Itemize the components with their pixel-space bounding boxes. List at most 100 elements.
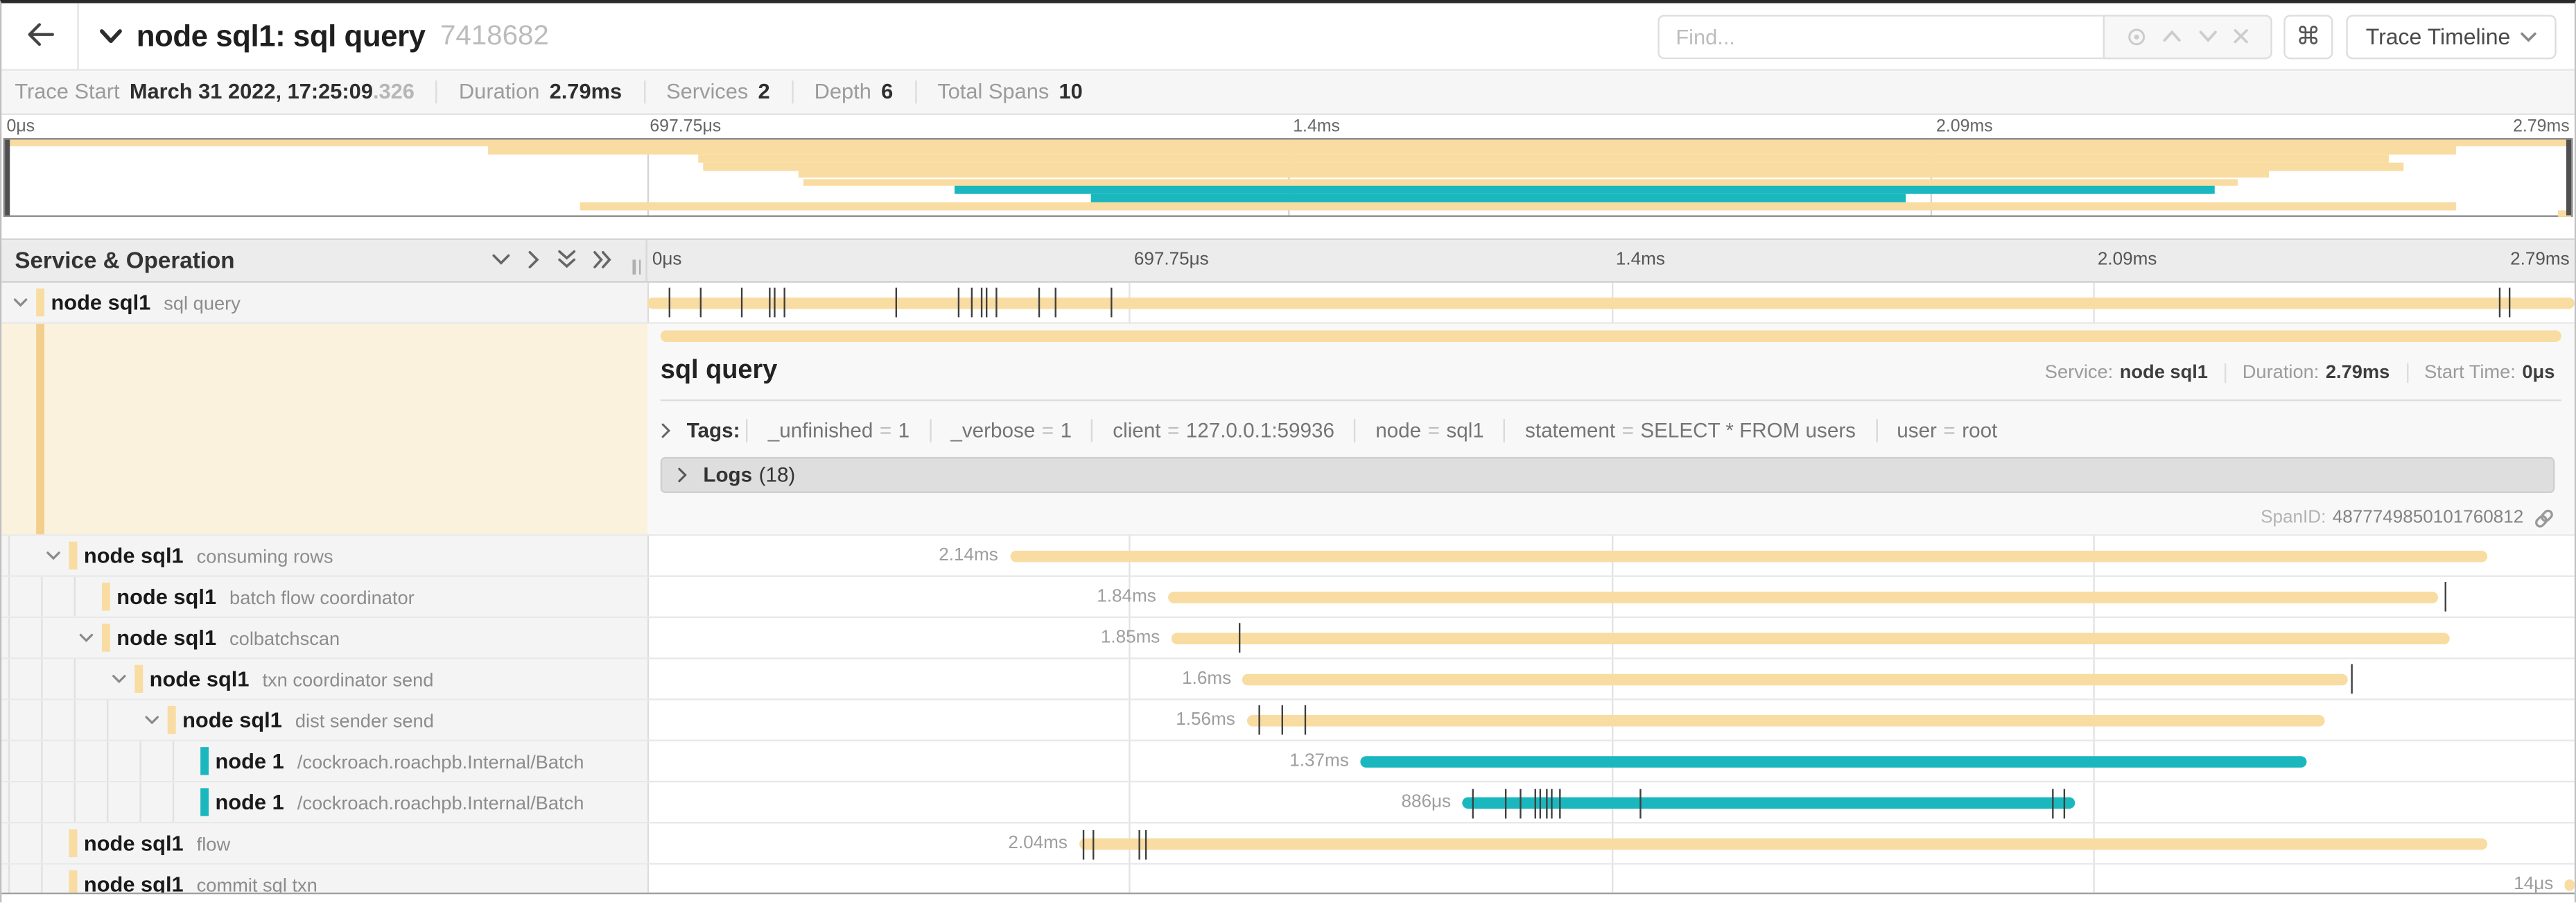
span-row[interactable]: node 1/cockroach.roachpb.Internal/Batch8… [1, 782, 2574, 823]
collapse-trace-chevron-down-icon[interactable] [98, 28, 123, 44]
span-bar-cell[interactable]: 886μs [647, 782, 2575, 822]
span-detail-header[interactable]: sql queryService:node sql1Duration:2.79m… [661, 356, 2561, 386]
stat-value: 2.79ms [2326, 363, 2390, 382]
span-row[interactable]: node sql1commit sql txn14μs [1, 865, 2574, 893]
span-tree-cell[interactable]: node sql1flow [1, 824, 647, 863]
span-row[interactable]: node sql1sql query [1, 282, 2574, 322]
span-tree-cell[interactable]: node sql1commit sql txn [1, 865, 647, 893]
span-collapse-chevron-down-icon[interactable] [145, 715, 159, 725]
span-operation-name: txn coordinator send [262, 671, 433, 691]
span-service-name: node sql1colbatchscan [116, 625, 340, 650]
minimap-ruler: 0μs697.75μs1.4ms2.09ms2.79ms [1, 114, 2574, 137]
clear-find-icon[interactable] [2233, 28, 2249, 44]
span-row[interactable]: node sql1consuming rows2.14ms [1, 535, 2574, 576]
span-bar[interactable] [647, 297, 2575, 309]
collapse-one-chevron-down-icon[interactable] [491, 253, 511, 266]
span-collapse-chevron-down-icon[interactable] [13, 297, 28, 307]
span-bar[interactable] [1009, 550, 2487, 562]
span-bar-cell[interactable]: 1.85ms [647, 618, 2575, 657]
span-duration-label: 1.37ms [1289, 741, 1349, 782]
minimap-span-bar [5, 139, 2571, 146]
tags-accordion[interactable]: Tags:_unfinished=1_verbose=1client=127.0… [661, 415, 2561, 445]
tags-label: Tags: [687, 418, 740, 441]
span-bar[interactable] [1167, 591, 2437, 603]
timeline-minimap[interactable] [3, 137, 2573, 216]
span-bar[interactable] [1172, 633, 2449, 644]
tree-depth-guide [8, 782, 10, 822]
span-log-tick [2499, 288, 2500, 318]
span-tree-cell[interactable]: node sql1txn coordinator send [1, 659, 647, 698]
span-bar-cell[interactable]: 2.14ms [647, 535, 2575, 575]
span-bar-cell[interactable] [647, 282, 2575, 321]
summary-item: Total Spans10 [937, 79, 1083, 104]
span-log-tick [1472, 789, 1474, 818]
span-tree-cell[interactable]: node sql1dist sender send [1, 700, 647, 740]
span-bar[interactable] [2565, 880, 2575, 892]
span-service-name: node 1/cockroach.roachpb.Internal/Batch [215, 749, 584, 774]
span-row[interactable]: node sql1dist sender send1.56ms [1, 700, 2574, 741]
span-tree-cell[interactable]: node sql1sql query [1, 282, 647, 321]
tree-depth-guide [8, 865, 10, 893]
span-bar-cell[interactable]: 1.56ms [647, 700, 2575, 740]
span-bar[interactable] [1246, 715, 2324, 727]
span-log-tick [699, 288, 701, 318]
span-collapse-chevron-down-icon[interactable] [79, 633, 94, 642]
span-id-value: 4877749850101760812 [2333, 508, 2524, 528]
prev-result-chevron-up-icon[interactable] [2162, 30, 2182, 43]
keyboard-shortcuts-button[interactable]: ⌘ [2283, 14, 2333, 58]
minimap-span-bar [580, 202, 2455, 209]
span-row[interactable]: node 1/cockroach.roachpb.Internal/Batch 1… [1, 741, 2574, 782]
span-bar-cell[interactable]: 1.37ms [647, 741, 2575, 781]
find-input[interactable] [1657, 14, 2103, 58]
tag-item: node=sql1 [1354, 418, 1504, 441]
span-color-accent [200, 747, 209, 775]
tag-equals: = [1943, 418, 1955, 441]
minimap-span-row [5, 171, 2571, 178]
trace-view-selector[interactable]: Trace Timeline [2346, 14, 2556, 58]
selected-span-bar[interactable] [661, 329, 2561, 341]
span-bar[interactable] [1360, 756, 2306, 768]
span-log-tick [668, 288, 670, 318]
column-resizer-grip[interactable] [632, 259, 641, 273]
service-label: node sql1 [51, 289, 150, 314]
summary-value: 10 [1059, 79, 1082, 104]
span-tree-cell[interactable]: node sql1batch flow coordinator [1, 576, 647, 616]
span-row[interactable]: node sql1flow2.04ms [1, 824, 2574, 865]
tree-depth-guide [74, 741, 76, 781]
span-bar[interactable] [1463, 798, 2075, 809]
tree-depth-guide [41, 576, 42, 616]
span-bar-cell[interactable]: 1.84ms [647, 576, 2575, 616]
span-bar-cell[interactable]: 2.04ms [647, 824, 2575, 863]
span-row[interactable]: node sql1colbatchscan 1.85ms [1, 618, 2574, 659]
span-tree-cell[interactable]: node 1/cockroach.roachpb.Internal/Batch [1, 741, 647, 781]
stat-label: Start Time: [2424, 363, 2516, 382]
span-bar[interactable] [1079, 839, 2487, 850]
next-result-chevron-down-icon[interactable] [2198, 30, 2217, 43]
copy-link-icon[interactable] [2534, 507, 2555, 528]
ruler-tick-label: 0μs [6, 116, 35, 135]
span-tree-cell[interactable]: node sql1colbatchscan [1, 618, 647, 657]
span-tree-cell[interactable]: node sql1consuming rows [1, 535, 647, 575]
span-row[interactable]: node sql1batch flow coordinator1.84ms [1, 576, 2574, 617]
command-icon: ⌘ [2296, 22, 2321, 51]
span-tree-cell[interactable]: node 1/cockroach.roachpb.Internal/Batch [1, 782, 647, 822]
span-collapse-chevron-down-icon[interactable] [46, 550, 60, 560]
span-row[interactable]: node sql1txn coordinator send1.6ms [1, 659, 2574, 700]
span-log-tick [1083, 829, 1084, 859]
span-bar-cell[interactable]: 1.6ms [647, 659, 2575, 698]
target-icon[interactable] [2125, 26, 2147, 47]
tree-depth-guide [74, 659, 76, 698]
tree-depth-guide [41, 700, 42, 740]
minimap-right-scrubber-handle[interactable] [2567, 139, 2571, 214]
collapse-all-double-chevron-down-icon[interactable] [557, 250, 576, 269]
span-bar-cell[interactable]: 14μs [647, 865, 2575, 893]
back-button[interactable] [1, 3, 78, 69]
expand-all-double-chevron-right-icon[interactable] [593, 250, 613, 269]
span-bar[interactable] [1243, 673, 2347, 685]
span-collapse-chevron-down-icon[interactable] [112, 674, 126, 684]
expand-one-chevron-right-icon[interactable] [528, 250, 541, 269]
top-bar: node sql1: sql query 7418682 [1, 3, 2574, 69]
summary-separator [914, 80, 916, 103]
logs-accordion[interactable]: Logs(18) [661, 456, 2555, 492]
minimap-left-scrubber-handle[interactable] [5, 139, 9, 214]
